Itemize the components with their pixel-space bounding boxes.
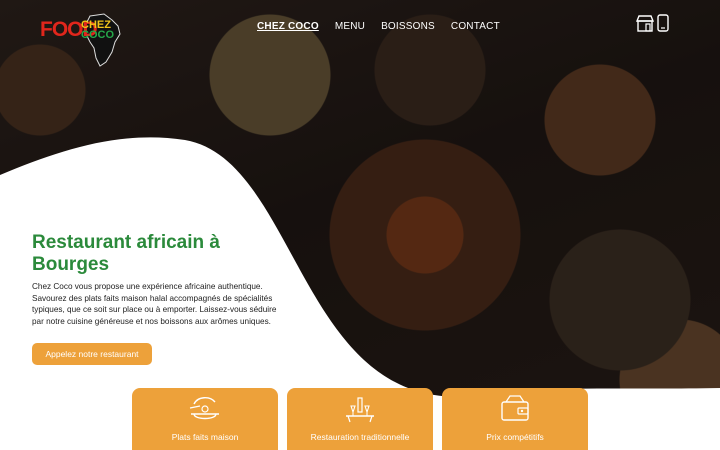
feature-card-homemade: Plats faits maison <box>132 388 278 450</box>
serving-dish-icon <box>189 397 219 420</box>
main-navigation: CHEZ COCO MENU BOISSONS CONTACT <box>257 21 516 32</box>
feature-label: Prix compétitifs <box>486 432 544 442</box>
hero-title: Restaurant africain à Bourges <box>32 232 220 275</box>
mobile-phone-icon[interactable] <box>657 14 669 32</box>
feature-card-prices: Prix compétitifs <box>442 388 588 450</box>
feature-card-traditional: Restauration traditionnelle <box>287 388 433 450</box>
wallet-icon <box>501 395 529 421</box>
nav-item-chez-coco[interactable]: CHEZ COCO <box>257 21 319 32</box>
site-logo[interactable]: FOOD CHEZ COCO <box>40 12 122 68</box>
hero-description: Chez Coco vous propose une expérience af… <box>32 282 277 326</box>
feature-label: Restauration traditionnelle <box>310 432 410 442</box>
call-restaurant-button[interactable]: Appelez notre restaurant <box>32 343 152 365</box>
nav-item-contact[interactable]: CONTACT <box>451 21 500 32</box>
feature-label: Plats faits maison <box>171 432 239 442</box>
nav-item-boissons[interactable]: BOISSONS <box>381 21 435 32</box>
logo-text-coco: COCO <box>81 29 114 41</box>
nav-item-menu[interactable]: MENU <box>335 21 365 32</box>
dining-table-icon <box>346 397 374 423</box>
storefront-icon[interactable] <box>636 14 654 32</box>
